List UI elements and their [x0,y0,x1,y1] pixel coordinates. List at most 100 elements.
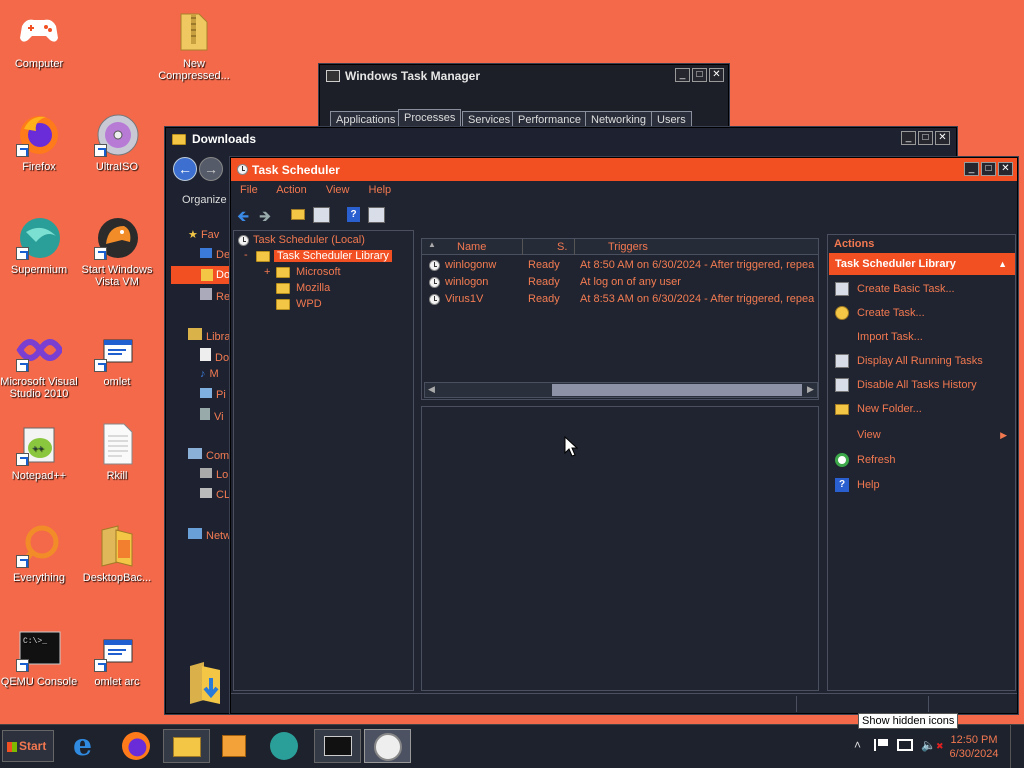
nav-music[interactable]: ♪ M [200,368,219,380]
actions-header: Actions [834,238,875,250]
action-new-folder[interactable]: New Folder... [828,398,1015,420]
taskbar-explorer[interactable] [163,729,210,763]
folder-up-icon[interactable] [291,209,305,220]
nav-local-disk[interactable]: Lo [200,468,228,481]
shortcut-arrow-icon [94,359,107,372]
action-help[interactable]: ? Help [828,474,1015,496]
taskbar-firefox[interactable] [114,729,161,763]
action-center-flag-icon[interactable] [874,739,888,751]
desktop-icon-omlet[interactable]: omlet [78,326,156,388]
nav-pictures[interactable]: Pi [200,388,226,401]
back-arrow-icon[interactable]: 🡸 [237,206,249,231]
menu-view[interactable]: View [326,184,350,196]
task-manager-titlebar[interactable]: Windows Task Manager [320,65,728,87]
taskbar-internet-explorer[interactable]: e [66,729,113,763]
nav-desktop[interactable]: De [200,248,230,261]
tree-expander-library[interactable]: - [244,249,248,261]
menu-file[interactable]: File [240,184,258,196]
maximize-button[interactable]: □ [981,162,996,176]
action-create-task[interactable]: Create Task... [828,302,1015,324]
scrollbar-thumb[interactable] [552,384,802,396]
column-name[interactable]: Name [457,241,486,253]
desktop-icon-firefox[interactable]: Firefox [0,111,78,173]
nav-computer[interactable]: Com [188,448,229,462]
horizontal-scrollbar[interactable]: ◀ ▶ [424,382,818,398]
organize-button[interactable]: Organize [182,194,227,206]
help-icon[interactable]: ? [347,207,360,222]
action-refresh[interactable]: Refresh [828,449,1015,471]
column-status[interactable]: S. [557,241,567,253]
scroll-left-icon[interactable]: ◀ [428,384,435,395]
desktop-icon-desktopbac[interactable]: DesktopBac... [78,522,156,584]
action-display-running[interactable]: Display All Running Tasks [828,350,1015,372]
back-button[interactable]: ← [173,157,197,181]
action-view[interactable]: View ▶ [828,424,1015,446]
network-icon[interactable] [897,739,913,751]
tree-node-wpd[interactable]: WPD [276,296,322,312]
desktop-icon-qemu-console[interactable]: C:\>_ QEMU Console [0,626,78,688]
clock[interactable]: 12:50 PM 6/30/2024 [946,733,1002,761]
maximize-button[interactable]: □ [918,131,933,145]
tree-root[interactable]: Task Scheduler (Local) [238,234,365,246]
show-desktop-button[interactable] [1010,725,1024,768]
minimize-button[interactable]: _ [964,162,979,176]
show-hidden-icons-button[interactable]: ˄ [854,738,861,752]
taskbar-task-manager[interactable] [314,729,361,763]
nav-favorites[interactable]: ★ Fav [188,228,219,244]
desktop-icon-omlet-arc[interactable]: omlet arc [78,626,156,688]
tree-expander-microsoft[interactable]: + [264,266,270,278]
close-button[interactable]: ✕ [998,162,1013,176]
task-row[interactable]: winlogonw Ready At 8:50 AM on 6/30/2024 … [422,257,818,273]
collapse-up-icon[interactable]: ▲ [998,253,1007,275]
minimize-button[interactable]: _ [675,68,690,82]
desktop-icon-computer[interactable]: Computer [0,8,78,70]
desktop-icon-notepadpp[interactable]: ++ Notepad++ [0,420,78,482]
tree-node-microsoft[interactable]: Microsoft [276,264,341,280]
desktop-icon-compressed[interactable]: New Compressed... [155,8,233,82]
tree-node-mozilla[interactable]: Mozilla [276,280,330,296]
nav-libraries[interactable]: Libra [188,328,230,343]
minimize-button[interactable]: _ [901,131,916,145]
desktop-icon-ultraiso[interactable]: UltraISO [78,111,156,173]
downloads-titlebar[interactable]: Downloads [166,128,956,150]
nav-downloads[interactable]: Do [171,266,232,284]
start-button[interactable]: Start [2,730,54,762]
action-import-task[interactable]: Import Task... [828,326,1015,348]
taskbar-supermium[interactable] [262,729,309,763]
nav-recent[interactable]: Re [200,288,230,303]
nav-network-drive[interactable]: CL [200,488,230,501]
scroll-right-icon[interactable]: ▶ [807,384,814,395]
menu-action[interactable]: Action [276,184,307,196]
desktop-icon-vista-vm[interactable]: Start Windows Vista VM [78,214,156,288]
task-row[interactable]: winlogon Ready At log on of any user [422,274,818,290]
action-create-basic-task[interactable]: Create Basic Task... [828,278,1015,300]
qemu-bird-icon [94,214,140,260]
forward-button[interactable]: → [199,157,223,181]
action-disable-history[interactable]: Disable All Tasks History [828,374,1015,396]
nav-documents[interactable]: Do [200,348,229,364]
task-row[interactable]: Virus1V Ready At 8:53 AM on 6/30/2024 - … [422,291,818,307]
desktop-icon-everything[interactable]: Everything [0,522,78,584]
tree-node-library[interactable]: Task Scheduler Library [256,248,392,264]
show-pane-icon[interactable] [313,207,330,223]
task-scheduler-titlebar[interactable]: Task Scheduler [231,158,1017,181]
close-button[interactable]: ✕ [709,68,724,82]
menu-help[interactable]: Help [369,184,392,196]
volume-muted-icon[interactable]: 🔈✖ [921,738,944,752]
close-button[interactable]: ✕ [935,131,950,145]
properties-pane-icon[interactable] [368,207,385,223]
forward-arrow-icon[interactable]: 🡺 [259,206,271,231]
tab-processes[interactable]: Processes [398,109,462,129]
nav-network[interactable]: Netw [188,528,231,542]
folder-icon [172,133,186,145]
column-triggers[interactable]: Triggers [608,241,648,253]
taskbar-media-player[interactable] [212,729,259,763]
actions-section-header[interactable]: Task Scheduler Library ▲ [829,253,1015,275]
task-scheduler-window[interactable]: Task Scheduler _ □ ✕ File Action View He… [230,157,1018,714]
desktop-icon-rkill[interactable]: Rkill [78,420,156,482]
taskbar-task-scheduler[interactable] [364,729,411,763]
nav-videos[interactable]: Vi [200,408,224,423]
maximize-button[interactable]: □ [692,68,707,82]
desktop-icon-visual-studio[interactable]: Microsoft Visual Studio 2010 [0,326,78,400]
desktop-icon-supermium[interactable]: Supermium [0,214,78,276]
